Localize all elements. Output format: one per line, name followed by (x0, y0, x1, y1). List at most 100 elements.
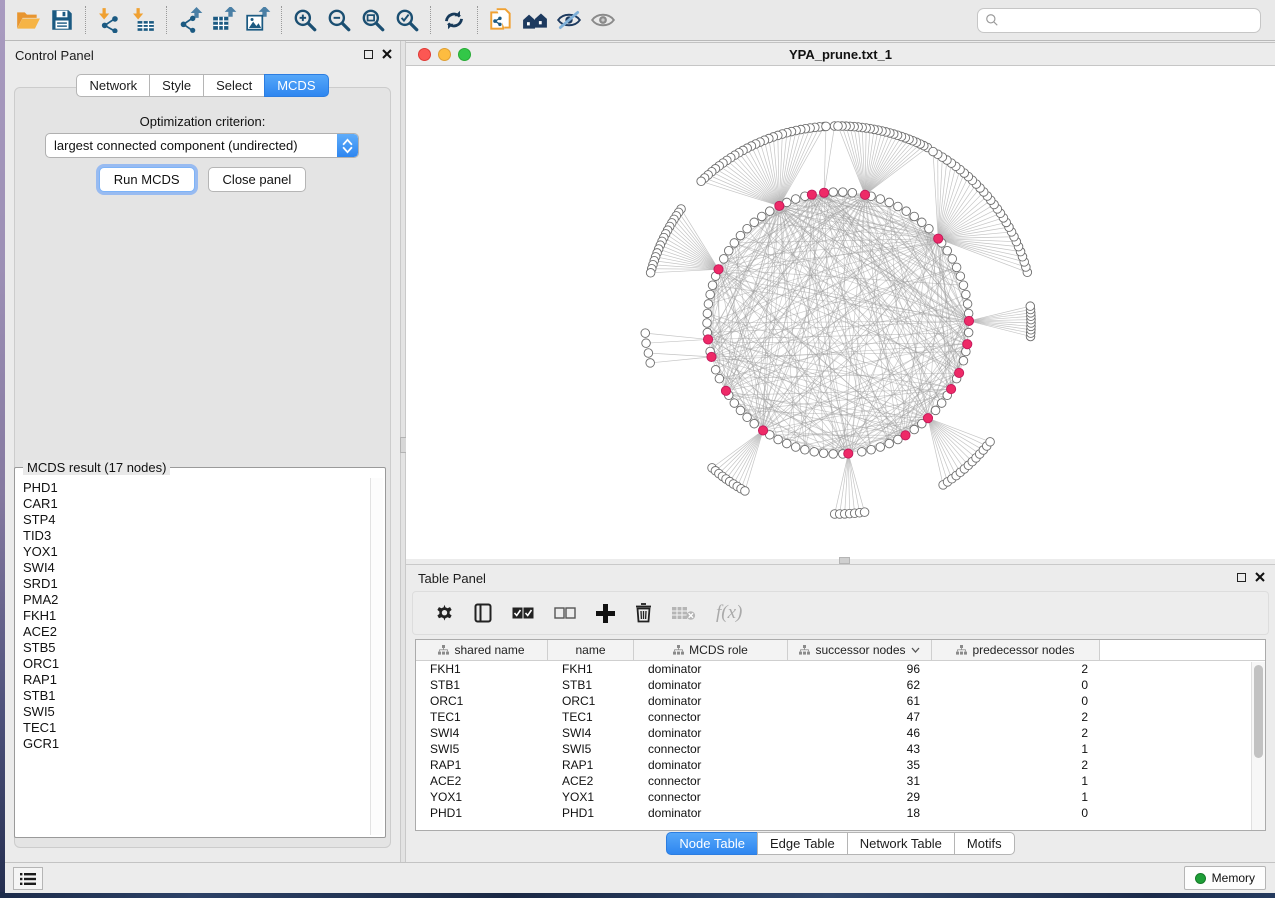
table-cell[interactable]: 18 (788, 805, 932, 821)
table-cell[interactable]: 35 (788, 757, 932, 773)
ring-node[interactable] (943, 246, 952, 255)
ring-node[interactable] (857, 448, 866, 457)
ring-node[interactable] (964, 328, 973, 337)
mcds-hub-node[interactable] (807, 190, 816, 199)
table-cell[interactable]: ORC1 (416, 693, 548, 709)
float-panel-icon[interactable] (364, 50, 373, 59)
leaf-node[interactable] (646, 268, 655, 277)
mcds-hub-node[interactable] (819, 188, 828, 197)
ring-node[interactable] (708, 281, 717, 290)
table-scrollbar-thumb[interactable] (1254, 665, 1263, 758)
ring-node[interactable] (703, 309, 712, 318)
function-icon[interactable]: f(x) (716, 602, 742, 624)
ring-node[interactable] (885, 439, 894, 448)
ring-node[interactable] (810, 448, 819, 457)
table-cell[interactable]: STB1 (416, 677, 548, 693)
run-mcds-button[interactable]: Run MCDS (99, 167, 195, 192)
network-window-titlebar[interactable]: YPA_prune.txt_1 (406, 42, 1275, 66)
float-table-panel-icon[interactable] (1237, 573, 1246, 582)
mcds-result-item[interactable]: SRD1 (17, 576, 370, 592)
table-cell[interactable]: 2 (932, 725, 1100, 741)
table-cell[interactable]: YOX1 (416, 789, 548, 805)
show-eye-icon[interactable] (586, 3, 620, 37)
mcds-result-item[interactable]: PHD1 (17, 480, 370, 496)
table-cell[interactable]: FKH1 (548, 661, 634, 677)
table-cell[interactable]: STB1 (548, 677, 634, 693)
tab-node-table[interactable]: Node Table (666, 832, 758, 855)
ring-node[interactable] (894, 202, 903, 211)
ring-node[interactable] (715, 374, 724, 383)
leaf-node[interactable] (641, 329, 650, 338)
ring-node[interactable] (774, 435, 783, 444)
mcds-hub-node[interactable] (703, 335, 712, 344)
leaf-node[interactable] (646, 359, 655, 368)
table-cell[interactable]: connector (634, 773, 788, 789)
table-cell[interactable]: 47 (788, 709, 932, 725)
table-row[interactable]: PHD1PHD1dominator180 (416, 805, 1265, 821)
gear-icon[interactable] (435, 604, 454, 623)
ring-node[interactable] (876, 195, 885, 204)
mcds-result-item[interactable]: ACE2 (17, 624, 370, 640)
mcds-hub-node[interactable] (901, 431, 910, 440)
table-cell[interactable]: dominator (634, 693, 788, 709)
table-cell[interactable]: ACE2 (416, 773, 548, 789)
ring-node[interactable] (952, 263, 961, 272)
mcds-hub-node[interactable] (934, 234, 943, 243)
mcds-result-item[interactable]: PMA2 (17, 592, 370, 608)
table-cell[interactable]: PHD1 (548, 805, 634, 821)
search-input[interactable] (999, 9, 1260, 32)
mcds-hub-node[interactable] (964, 316, 973, 325)
network-view[interactable] (406, 66, 1275, 559)
table-cell[interactable]: 0 (932, 805, 1100, 821)
mcds-result-list[interactable]: PHD1CAR1STP4TID3YOX1SWI4SRD1PMA2FKH1ACE2… (17, 480, 370, 835)
close-panel-button[interactable]: Close panel (208, 167, 307, 192)
ring-node[interactable] (791, 195, 800, 204)
export-table-icon[interactable] (207, 3, 241, 37)
ring-node[interactable] (724, 246, 733, 255)
ring-node[interactable] (711, 365, 720, 374)
table-row[interactable]: ACE2ACE2connector311 (416, 773, 1265, 789)
mcds-list-scrollbar[interactable] (370, 478, 383, 835)
table-cell[interactable]: 2 (932, 757, 1100, 773)
import-network-icon[interactable] (92, 3, 126, 37)
column-header-MCDS-role[interactable]: MCDS role (634, 640, 788, 660)
table-cell[interactable]: dominator (634, 661, 788, 677)
table-cell[interactable]: 96 (788, 661, 932, 677)
ring-node[interactable] (829, 188, 838, 197)
mcds-hub-node[interactable] (707, 352, 716, 361)
network-graph[interactable] (406, 66, 1275, 559)
mcds-result-item[interactable]: GCR1 (17, 736, 370, 752)
mcds-result-item[interactable]: STP4 (17, 512, 370, 528)
table-row[interactable]: RAP1RAP1dominator352 (416, 757, 1265, 773)
table-cell[interactable]: SWI5 (416, 741, 548, 757)
mcds-result-item[interactable]: SWI4 (17, 560, 370, 576)
zoom-fit-icon[interactable] (356, 3, 390, 37)
leaf-node[interactable] (642, 339, 651, 348)
mcds-result-item[interactable]: YOX1 (17, 544, 370, 560)
delete-icon[interactable] (635, 603, 652, 623)
ring-node[interactable] (848, 188, 857, 197)
ring-node[interactable] (730, 399, 739, 408)
zoom-selected-icon[interactable] (390, 3, 424, 37)
column-header-predecessor-nodes[interactable]: predecessor nodes (932, 640, 1100, 660)
leaf-node[interactable] (834, 122, 843, 131)
zoom-in-icon[interactable] (288, 3, 322, 37)
search-box[interactable] (977, 8, 1261, 33)
ring-node[interactable] (963, 300, 972, 309)
task-history-button[interactable] (13, 867, 43, 890)
delete-table-icon[interactable] (672, 606, 696, 621)
table-cell[interactable]: 0 (932, 693, 1100, 709)
ring-node[interactable] (885, 198, 894, 207)
column-header-name[interactable]: name (548, 640, 634, 660)
ring-node[interactable] (959, 356, 968, 365)
export-image-icon[interactable] (241, 3, 275, 37)
table-cell[interactable]: 1 (932, 789, 1100, 805)
ring-node[interactable] (956, 272, 965, 281)
leaf-node[interactable] (644, 349, 653, 358)
table-cell[interactable]: 43 (788, 741, 932, 757)
ring-node[interactable] (959, 281, 968, 290)
horizontal-splitter-handle[interactable] (839, 557, 850, 564)
tab-select[interactable]: Select (203, 74, 265, 97)
ring-node[interactable] (703, 319, 712, 328)
leaf-node[interactable] (929, 147, 938, 156)
